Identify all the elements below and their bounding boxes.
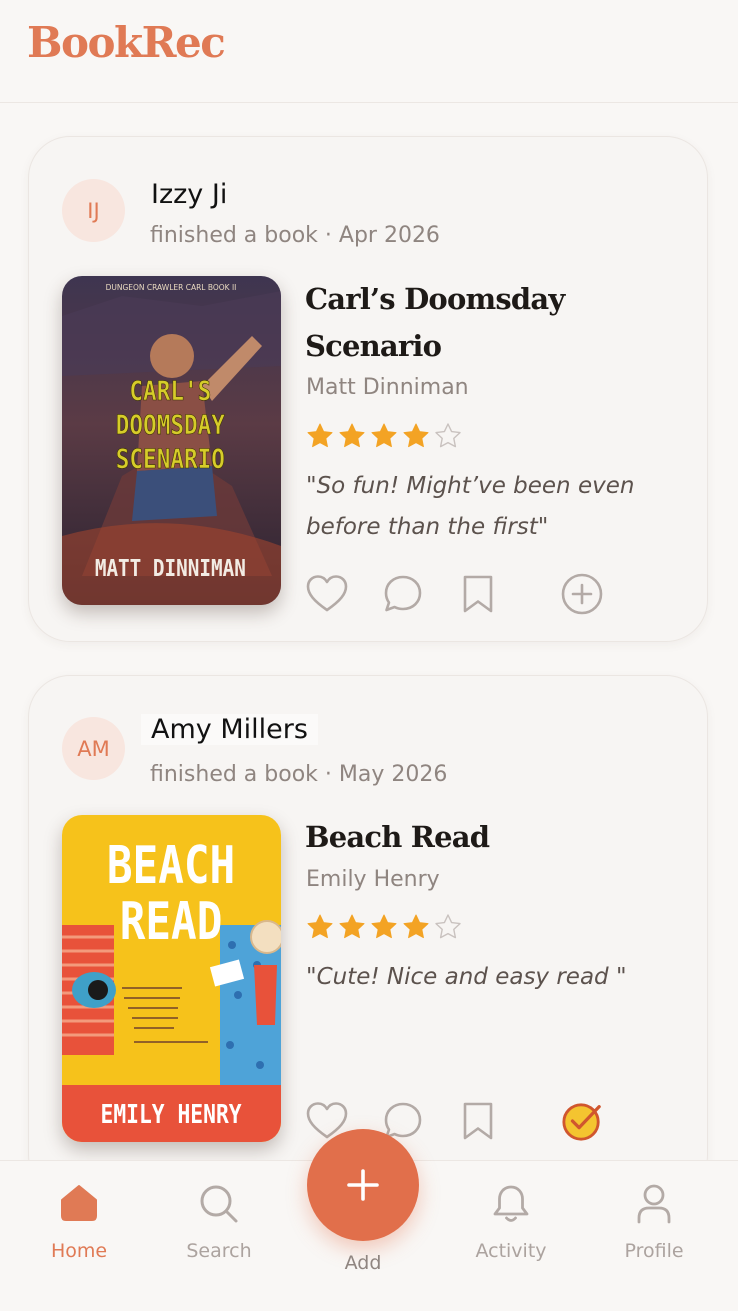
nav-activity[interactable]: Activity [456, 1161, 566, 1281]
cover-author: EMILY HENRY [100, 1099, 242, 1130]
cover-title-2: READ [120, 892, 223, 952]
book-cover-art: BEACH READ EMILY HENRY [62, 815, 281, 1142]
nav-label: Search [186, 1240, 252, 1262]
nav-home[interactable]: Home [24, 1161, 134, 1281]
cover-series: DUNGEON CRAWLER CARL BOOK II [106, 283, 237, 292]
star-filled-icon [371, 914, 397, 939]
star-filled-icon [307, 423, 333, 448]
cover-title-3: SCENARIO [116, 443, 225, 474]
add-button[interactable] [307, 1129, 419, 1241]
book-cover[interactable]: DUNGEON CRAWLER CARL BOOK II CARL'S DOOM… [62, 276, 281, 605]
bookmark-icon [463, 1102, 493, 1140]
star-rating [305, 422, 465, 448]
star-filled-icon [339, 423, 365, 448]
star-filled-icon [307, 914, 333, 939]
activity-meta: finished a book · May 2026 [150, 762, 448, 787]
star-filled-icon [403, 914, 429, 939]
user-name[interactable]: Izzy Ji [151, 179, 227, 210]
cover-title-1: BEACH [107, 836, 235, 896]
plus-circle-icon [561, 573, 603, 615]
avatar[interactable]: AM [62, 717, 125, 780]
review-text: "So fun! Might’ve been even before than … [306, 473, 635, 540]
user-name[interactable]: Amy Millers [141, 714, 318, 745]
nav-add-label: Add [344, 1252, 382, 1274]
bookmark-icon [463, 575, 493, 613]
comment-button[interactable] [382, 573, 424, 615]
heart-icon [306, 575, 348, 612]
plus-icon [347, 1169, 379, 1201]
comment-icon [384, 575, 422, 612]
book-cover-art: DUNGEON CRAWLER CARL BOOK II CARL'S DOOM… [62, 276, 281, 605]
star-filled-icon [371, 423, 397, 448]
check-circle-icon [562, 1103, 601, 1141]
book-cover[interactable]: BEACH READ EMILY HENRY [62, 815, 281, 1142]
star-empty-icon [435, 914, 461, 939]
nav-label: Profile [624, 1240, 684, 1262]
avatar[interactable]: IJ [62, 179, 125, 242]
star-rating [305, 913, 465, 939]
cover-title-2: DOOMSDAY [116, 409, 225, 440]
cover-author: MATT DINNIMAN [95, 555, 246, 582]
nav-profile[interactable]: Profile [599, 1161, 709, 1281]
search-icon [164, 1183, 274, 1225]
nav-label: Activity [475, 1240, 547, 1262]
star-filled-icon [403, 423, 429, 448]
book-title[interactable]: Beach Read [305, 814, 665, 861]
star-empty-icon [435, 423, 461, 448]
cover-title-1: CARL'S [129, 375, 211, 406]
book-author[interactable]: Matt Dinniman [306, 375, 469, 400]
home-icon [24, 1183, 134, 1223]
like-button[interactable] [306, 573, 348, 615]
book-title[interactable]: Carl’s Doomsday Scenario [305, 276, 665, 370]
bookmark-button[interactable] [457, 1100, 499, 1142]
nav-search[interactable]: Search [164, 1161, 274, 1281]
review-text: "Cute! Nice and easy read " [306, 964, 627, 990]
app-header: BookRec [0, 0, 738, 103]
read-check-button[interactable] [561, 1100, 603, 1142]
bookmark-button[interactable] [457, 573, 499, 615]
bell-icon [456, 1183, 566, 1225]
add-to-list-button[interactable] [561, 573, 603, 615]
feed-card[interactable]: AM Amy Millers finished a book · May 202… [28, 675, 708, 1197]
book-author[interactable]: Emily Henry [306, 867, 440, 892]
nav-label: Home [50, 1240, 108, 1262]
activity-meta: finished a book · Apr 2026 [150, 223, 440, 248]
app-logo[interactable]: BookRec [27, 18, 226, 67]
user-icon [599, 1183, 709, 1225]
feed-card[interactable]: IJ Izzy Ji finished a book · Apr 2026 DU… [28, 136, 708, 642]
star-filled-icon [339, 914, 365, 939]
